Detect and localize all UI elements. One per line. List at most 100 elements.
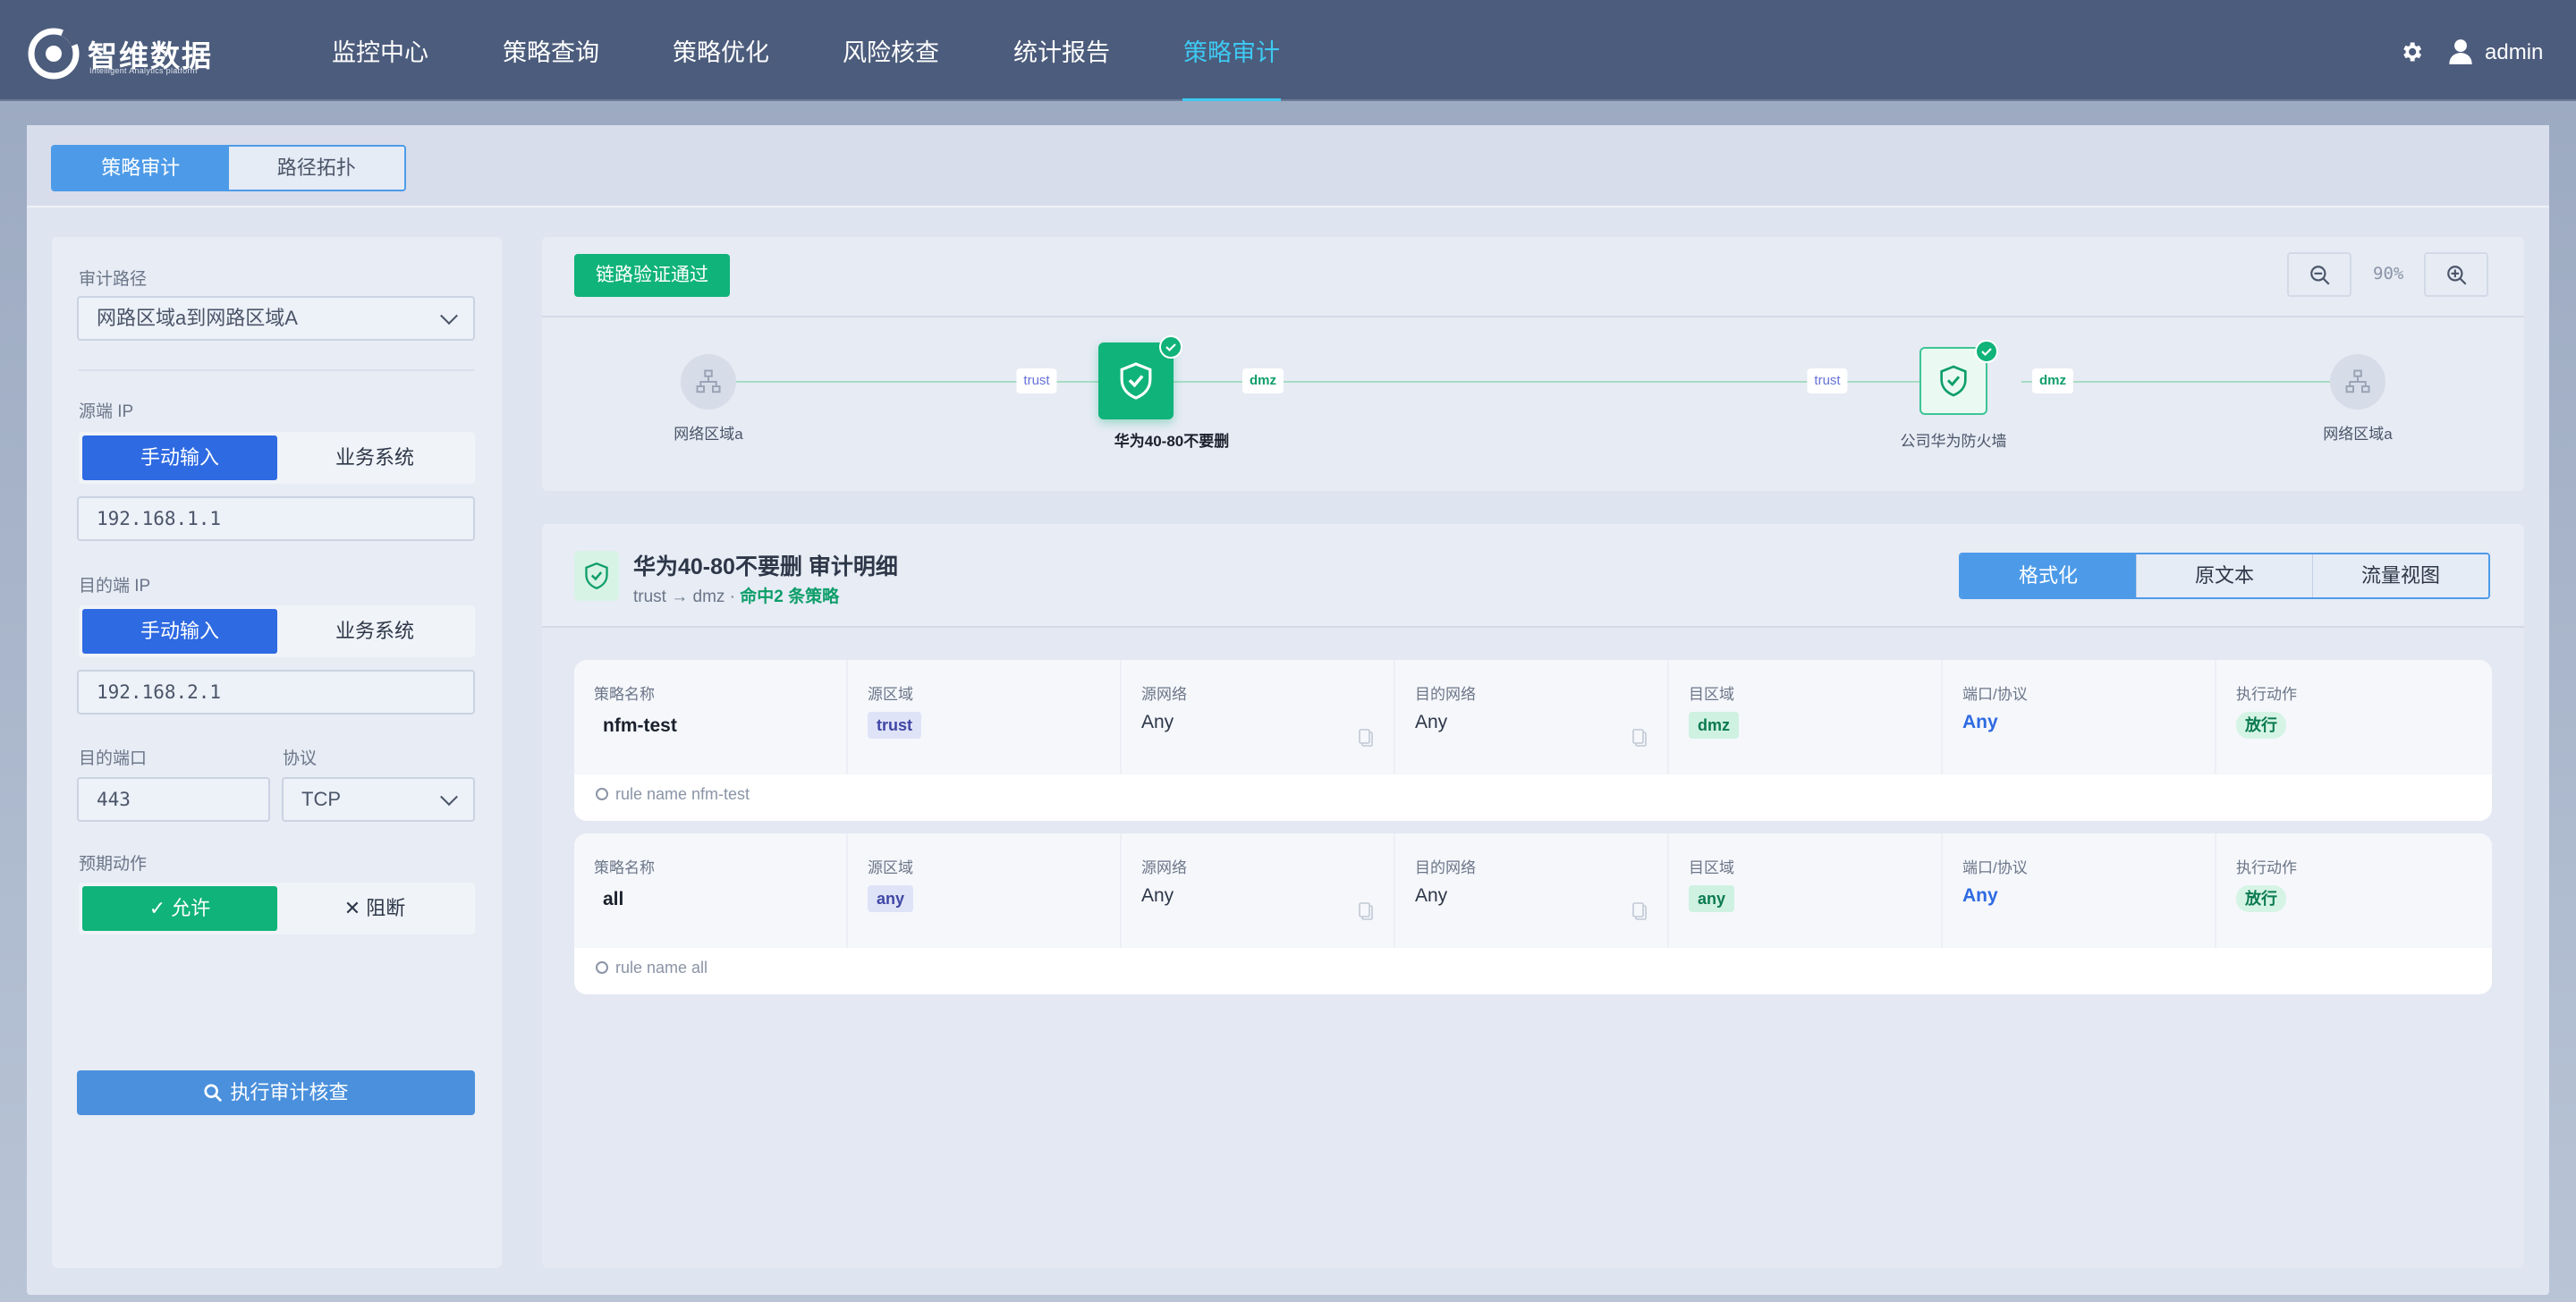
firewall-node-company-huawei-label: 公司华为防火墙: [1900, 433, 2007, 450]
tab-flow-view[interactable]: 流量视图: [2313, 554, 2488, 597]
user-name[interactable]: admin: [2485, 40, 2543, 65]
column-label: 策略名称: [594, 686, 655, 703]
zone-tag-trust: trust: [1016, 368, 1057, 393]
verification-status-badge: 链路验证通过: [574, 254, 730, 297]
search-icon: [204, 1084, 223, 1102]
nav-item-monitor[interactable]: 监控中心: [331, 0, 429, 101]
tab-bar: 策略审计 路径拓扑: [27, 125, 2549, 207]
chevron-down-icon: [440, 788, 458, 807]
column-label: 目的网络: [1415, 859, 1476, 876]
rule-cell-action: 执行动作 放行: [2216, 660, 2492, 774]
rule-name: all: [603, 889, 624, 909]
copy-icon[interactable]: [1358, 901, 1374, 921]
dst-manual-button[interactable]: 手动输入: [82, 609, 277, 654]
firewall-node-huawei-40-80-label: 华为40-80不要删: [1114, 433, 1230, 450]
nav-item-stats-report[interactable]: 统计报告: [1013, 0, 1111, 101]
dst-zone-badge: dmz: [1689, 712, 1739, 739]
nav-item-risk-check[interactable]: 风险核查: [842, 0, 940, 101]
circle-icon: [596, 788, 608, 800]
zone-tag-dmz: dmz: [1242, 368, 1284, 393]
src-net-value: Any: [1141, 712, 1174, 732]
audit-detail-panel: 华为40-80不要删 审计明细 trust → dmz · 命中2 条策略 格式…: [542, 524, 2524, 1268]
network-icon: [2345, 369, 2370, 393]
dst-ip-input[interactable]: 192.168.2.1: [77, 670, 475, 714]
circle-icon: [596, 961, 608, 974]
rule-cell-dst-zone: 目区域 any: [1669, 833, 1943, 948]
dst-net-value: Any: [1415, 885, 1448, 906]
zone-node-start-label: 网络区域a: [674, 426, 743, 443]
dst-mode-toggle: 手动输入 业务系统: [79, 605, 475, 657]
path-link: [708, 381, 1971, 383]
src-zone-badge: any: [868, 885, 914, 912]
rule-cell-name: 策略名称 nfm-test: [574, 660, 848, 774]
rule-raw-text: rule name nfm-test: [615, 785, 750, 803]
gear-icon[interactable]: [2399, 39, 2424, 64]
column-label: 策略名称: [594, 859, 655, 876]
column-label: 端口/协议: [1962, 859, 2028, 876]
network-icon: [696, 369, 721, 393]
rule-cell-dst-net: 目的网络 Any: [1395, 660, 1669, 774]
port-label: 目的端口: [79, 749, 148, 768]
src-system-button[interactable]: 业务系统: [277, 435, 472, 480]
column-label: 执行动作: [2236, 686, 2297, 703]
rule-raw-line: rule name nfm-test: [596, 785, 750, 804]
zone-node-end[interactable]: [2330, 354, 2385, 410]
protocol-select[interactable]: TCP: [282, 777, 475, 822]
zone-node-end-label: 网络区域a: [2323, 426, 2393, 443]
shield-check-icon: [1940, 365, 1967, 397]
tab-raw-text[interactable]: 原文本: [2137, 554, 2313, 597]
rule-name: nfm-test: [603, 715, 677, 736]
hit-count: 命中2 条策略: [740, 588, 840, 606]
action-badge: 放行: [2236, 712, 2286, 739]
rule-cell-dst-net: 目的网络 Any: [1395, 833, 1669, 948]
zone-flow: trust → dmz ·: [633, 588, 741, 606]
zone-node-start[interactable]: [681, 354, 736, 410]
nav-item-policy-optimize[interactable]: 策略优化: [672, 0, 770, 101]
run-audit-button[interactable]: 执行审计核查: [77, 1070, 475, 1115]
zoom-out-button[interactable]: [2287, 252, 2351, 297]
allow-button[interactable]: ✓ 允许: [82, 886, 277, 931]
nav-item-policy-audit[interactable]: 策略审计: [1182, 0, 1281, 101]
src-mode-toggle: 手动输入 业务系统: [79, 432, 475, 484]
tab-path-topology[interactable]: 路径拓扑: [228, 147, 404, 190]
nav-item-policy-query[interactable]: 策略查询: [502, 0, 600, 101]
top-navigation-bar: 智维数据 Intelligent Analytics platform 监控中心…: [0, 0, 2576, 101]
column-label: 执行动作: [2236, 859, 2297, 876]
topology-panel: 链路验证通过 90% 网络区域a trust 华为40-80不要删 dmz tr…: [542, 237, 2524, 491]
tab-policy-audit[interactable]: 策略审计: [53, 147, 229, 190]
audit-detail-header: 华为40-80不要删 审计明细 trust → dmz · 命中2 条策略 格式…: [542, 524, 2524, 628]
view-mode-tabs: 格式化 原文本 流量视图: [1959, 553, 2490, 599]
rule-cell-dst-zone: 目区域 dmz: [1669, 660, 1943, 774]
column-label: 目的网络: [1415, 686, 1476, 703]
rule-cell-src-zone: 源区域 trust: [848, 660, 1122, 774]
port-input[interactable]: 443: [77, 777, 270, 822]
copy-icon[interactable]: [1631, 901, 1648, 921]
copy-icon[interactable]: [1358, 728, 1374, 748]
expected-action-label: 预期动作: [79, 855, 148, 874]
copy-icon[interactable]: [1631, 728, 1648, 748]
rule-fields: 策略名称 nfm-test 源区域 trust 源网络 Any 目的网络 Any: [574, 660, 2492, 774]
audit-path-select[interactable]: 网路区域a到网路区域A: [77, 296, 475, 341]
rule-card[interactable]: 策略名称 nfm-test 源区域 trust 源网络 Any 目的网络 Any: [574, 660, 2492, 821]
topology-header: 链路验证通过 90%: [542, 237, 2524, 317]
audit-path-value: 网路区域a到网路区域A: [97, 307, 298, 329]
src-manual-button[interactable]: 手动输入: [82, 435, 277, 480]
zoom-in-button[interactable]: [2424, 252, 2488, 297]
user-icon[interactable]: [2448, 38, 2473, 65]
dst-system-button[interactable]: 业务系统: [277, 609, 472, 654]
dst-ip-label: 目的端 IP: [79, 577, 151, 596]
src-ip-input[interactable]: 192.168.1.1: [77, 496, 475, 541]
column-label: 源网络: [1141, 686, 1187, 703]
rule-raw-line: rule name all: [596, 959, 708, 977]
rule-card[interactable]: 策略名称 all 源区域 any 源网络 Any 目的网络 Any 目区域 an…: [574, 833, 2492, 994]
port-value: Any: [1962, 712, 1998, 732]
rule-cell-src-net: 源网络 Any: [1122, 833, 1395, 948]
shield-check-icon: [585, 562, 608, 589]
rule-cell-port: 端口/协议 Any: [1943, 660, 2216, 774]
tab-formatted[interactable]: 格式化: [1961, 554, 2137, 597]
brand-tagline: Intelligent Analytics platform: [89, 66, 198, 75]
deny-button[interactable]: ✕ 阻断: [277, 886, 472, 931]
column-label: 源区域: [868, 686, 913, 703]
port-value: Any: [1962, 885, 1998, 906]
rule-raw-text: rule name all: [615, 959, 708, 976]
